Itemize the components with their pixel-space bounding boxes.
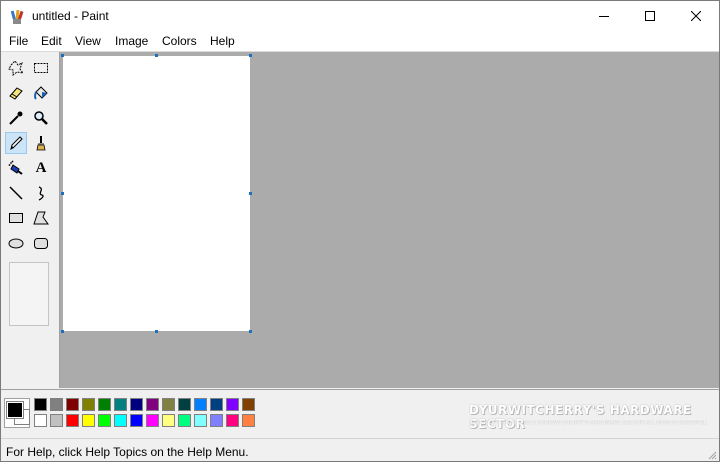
tool-brush[interactable] <box>30 132 52 154</box>
resize-handle-bottom-left <box>61 330 64 333</box>
menu-help[interactable]: Help <box>210 34 235 48</box>
paint-app-icon <box>10 9 24 24</box>
title-bar[interactable]: untitled - Paint <box>1 1 719 31</box>
free-form-select-icon <box>8 60 24 76</box>
resize-handle-top-right <box>249 54 252 57</box>
color-picker-icon <box>9 111 23 125</box>
tool-line[interactable] <box>5 182 27 204</box>
workspace <box>60 52 719 388</box>
ellipse-icon <box>8 238 24 249</box>
tool-curve[interactable] <box>30 182 52 204</box>
color-swatch[interactable] <box>130 398 143 411</box>
color-swatch[interactable] <box>50 414 63 427</box>
color-swatch[interactable] <box>226 398 239 411</box>
curve-icon <box>38 186 44 201</box>
tool-rectangle[interactable] <box>5 207 27 229</box>
pencil-icon <box>10 136 23 151</box>
magnifier-icon <box>34 111 48 125</box>
tool-eraser[interactable] <box>5 82 27 104</box>
menu-bar: File Edit View Image Colors Help <box>1 31 719 52</box>
color-swatch[interactable] <box>242 414 255 427</box>
color-swatch[interactable] <box>82 414 95 427</box>
toolbox: A <box>1 52 60 388</box>
color-swatch[interactable] <box>66 414 79 427</box>
color-swatch[interactable] <box>114 398 127 411</box>
tool-text[interactable]: A <box>30 157 52 179</box>
tool-options-box[interactable] <box>9 262 49 326</box>
color-swatch[interactable] <box>178 398 191 411</box>
color-swatch[interactable] <box>34 414 47 427</box>
color-swatch[interactable] <box>114 414 127 427</box>
color-swatch[interactable] <box>194 398 207 411</box>
paint-window: untitled - Paint File Edit View Image Co… <box>0 0 720 462</box>
drawing-canvas[interactable] <box>63 56 250 331</box>
minimize-button[interactable] <box>581 1 627 31</box>
color-swatch[interactable] <box>210 398 223 411</box>
menu-image[interactable]: Image <box>115 34 148 48</box>
resize-grip-icon[interactable] <box>707 450 717 460</box>
resize-handle-left <box>61 192 64 195</box>
rounded-rectangle-icon <box>34 238 48 249</box>
current-colors[interactable] <box>4 398 30 428</box>
tool-magnifier[interactable] <box>30 107 52 129</box>
polygon-icon <box>33 211 49 225</box>
text-icon: A <box>35 159 47 176</box>
resize-handle-bottom[interactable] <box>155 330 158 333</box>
tool-pencil[interactable] <box>5 132 27 154</box>
color-swatch[interactable] <box>34 398 47 411</box>
tool-color-picker[interactable] <box>5 107 27 129</box>
watermark-subtitle: BLOG COPYRIGHT © 2013 DYURWITCHERRY'S HA… <box>469 420 707 426</box>
tool-ellipse[interactable] <box>5 232 27 254</box>
airbrush-icon <box>8 160 23 175</box>
window-title: untitled - Paint <box>32 9 109 23</box>
menu-view[interactable]: View <box>75 34 101 48</box>
watermark-title: DYURWITCHERRY'S HARDWARE SECTOR <box>469 403 692 431</box>
tool-airbrush[interactable] <box>5 157 27 179</box>
color-swatch[interactable] <box>162 414 175 427</box>
close-icon <box>691 11 701 21</box>
tool-polygon[interactable] <box>30 207 52 229</box>
status-bar: For Help, click Help Topics on the Help … <box>1 438 719 461</box>
color-swatch[interactable] <box>130 414 143 427</box>
color-swatch[interactable] <box>146 414 159 427</box>
resize-handle-bottom-right[interactable] <box>249 330 252 333</box>
color-swatch[interactable] <box>98 398 111 411</box>
line-icon <box>9 186 23 200</box>
color-swatch[interactable] <box>82 398 95 411</box>
resize-handle-right[interactable] <box>249 192 252 195</box>
brush-icon <box>36 136 46 151</box>
menu-edit[interactable]: Edit <box>41 34 62 48</box>
tool-free-form-select[interactable] <box>5 57 27 79</box>
color-swatch[interactable] <box>98 414 111 427</box>
resize-handle-top <box>155 54 158 57</box>
fill-bucket-icon <box>34 86 48 100</box>
status-help-text: For Help, click Help Topics on the Help … <box>6 445 249 459</box>
color-box: DYURWITCHERRY'S HARDWARE SECTOR BLOG COP… <box>1 389 719 438</box>
menu-colors[interactable]: Colors <box>162 34 197 48</box>
color-swatch[interactable] <box>162 398 175 411</box>
rectangle-select-icon <box>34 63 48 73</box>
minimize-icon <box>599 16 609 17</box>
tool-rectangle-select[interactable] <box>30 57 52 79</box>
color-swatch[interactable] <box>66 398 79 411</box>
color-swatch[interactable] <box>50 398 63 411</box>
tool-fill-bucket[interactable] <box>30 82 52 104</box>
color-swatch[interactable] <box>242 398 255 411</box>
color-swatch[interactable] <box>178 414 191 427</box>
tool-rounded-rectangle[interactable] <box>30 232 52 254</box>
close-button[interactable] <box>673 1 719 31</box>
eraser-icon <box>9 87 23 100</box>
rectangle-icon <box>9 213 23 223</box>
resize-handle-top-left <box>61 54 64 57</box>
foreground-color-swatch <box>6 401 24 419</box>
maximize-button[interactable] <box>627 1 673 31</box>
color-swatch[interactable] <box>194 414 207 427</box>
menu-file[interactable]: File <box>9 34 28 48</box>
color-swatch[interactable] <box>226 414 239 427</box>
maximize-icon <box>645 11 655 21</box>
color-swatch[interactable] <box>210 414 223 427</box>
color-swatch[interactable] <box>146 398 159 411</box>
